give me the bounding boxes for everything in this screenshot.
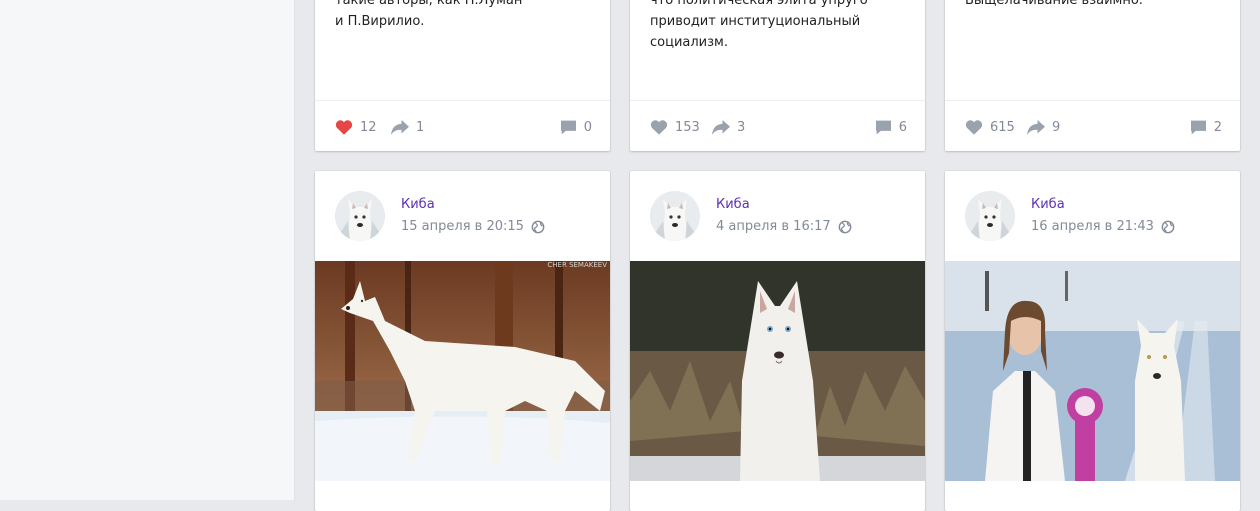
post-card: Киба 16 апреля в 21:43 [945,171,1240,511]
globe-icon [531,220,545,233]
white-husky-portrait-image [630,261,925,481]
comment-count: 0 [583,119,592,135]
comment-button[interactable]: 6 [875,118,907,136]
post-footer: 615 9 2 [945,100,1240,151]
post-header: Киба 16 апреля в 21:43 [965,191,1230,241]
like-count: 12 [360,119,377,135]
post-card: что политическая элита упруго приводит и… [630,0,925,151]
heart-icon [335,120,353,135]
post-photo[interactable] [630,261,925,481]
feed: такие авторы, как Н.Луман и П.Вирилио. 1… [295,0,1260,511]
post-date-text: 15 апреля в 20:15 [401,219,524,234]
post-date-text: 16 апреля в 21:43 [1031,219,1154,234]
left-sidebar [0,0,295,500]
share-count: 9 [1052,119,1061,135]
post-text: Выщелачивание взаимно. [965,0,1143,8]
post-footer: 12 1 0 [315,100,610,151]
share-button[interactable]: 9 [1027,118,1060,136]
post-card: Киба 15 апреля в 20:15 CHER SEMAKEEV [315,171,610,511]
post-date[interactable]: 15 апреля в 20:15 [401,219,545,234]
comment-count: 6 [898,119,907,135]
like-button[interactable]: 12 [335,118,377,136]
post-text: что политическая элита упруго приводит и… [650,0,868,50]
comment-icon [1190,120,1206,134]
comment-icon [560,120,576,134]
white-dog-avatar [335,191,385,241]
post-date-text: 4 апреля в 16:17 [716,219,831,234]
heart-icon [965,120,983,135]
share-count: 1 [416,119,425,135]
like-button[interactable]: 615 [965,118,1015,136]
like-count: 615 [990,119,1015,135]
like-count: 153 [675,119,700,135]
comment-button[interactable]: 0 [560,118,592,136]
post-card: Выщелачивание взаимно. 615 9 2 [945,0,1240,151]
photo-watermark: CHER SEMAKEEV [547,261,607,269]
woman-with-white-dog-award-image [945,261,1240,481]
comment-button[interactable]: 2 [1190,118,1222,136]
avatar[interactable] [335,191,385,241]
share-button[interactable]: 3 [712,118,745,136]
share-count: 3 [737,119,746,135]
post-date[interactable]: 16 апреля в 21:43 [1031,219,1175,234]
white-dog-avatar [650,191,700,241]
post-card: Киба 4 апреля в 16:17 [630,171,925,511]
white-dog-avatar [965,191,1015,241]
author-link[interactable]: Киба [401,197,435,212]
globe-icon [1161,220,1175,233]
white-dog-profile-snow-image: CHER SEMAKEEV [315,261,610,481]
like-button[interactable]: 153 [650,118,700,136]
post-photo[interactable] [945,261,1240,481]
post-photo[interactable]: CHER SEMAKEEV [315,261,610,481]
share-icon [1027,119,1045,135]
post-header: Киба 15 апреля в 20:15 [335,191,600,241]
post-date[interactable]: 4 апреля в 16:17 [716,219,852,234]
author-link[interactable]: Киба [1031,197,1065,212]
post-card: такие авторы, как Н.Луман и П.Вирилио. 1… [315,0,610,151]
share-button[interactable]: 1 [391,118,424,136]
avatar[interactable] [965,191,1015,241]
author-link[interactable]: Киба [716,197,750,212]
heart-icon [650,120,668,135]
share-icon [712,119,730,135]
globe-icon [838,220,852,233]
post-header: Киба 4 апреля в 16:17 [650,191,915,241]
avatar[interactable] [650,191,700,241]
post-footer: 153 3 6 [630,100,925,151]
share-icon [391,119,409,135]
comment-count: 2 [1213,119,1222,135]
comment-icon [875,120,891,134]
post-text: такие авторы, как Н.Луман и П.Вирилио. [335,0,523,29]
